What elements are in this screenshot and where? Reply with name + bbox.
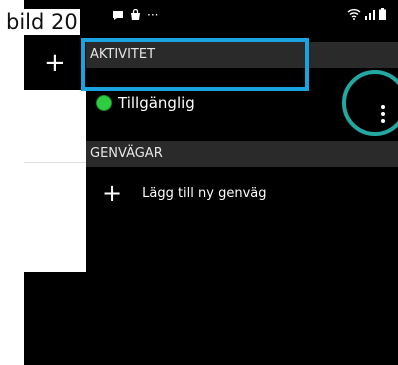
wifi-icon bbox=[347, 9, 361, 20]
add-shortcut-button[interactable]: + Lägg till ny genväg bbox=[102, 180, 267, 206]
status-bar-notifications: ··· bbox=[112, 8, 158, 22]
add-icon[interactable]: + bbox=[44, 50, 66, 76]
battery-icon bbox=[379, 8, 386, 20]
shortcuts-header: GENVÄGAR bbox=[86, 141, 398, 167]
background-app: + bbox=[24, 40, 86, 272]
add-shortcut-label: Lägg till ny genväg bbox=[142, 185, 267, 201]
status-bar: ··· bbox=[24, 0, 398, 30]
annotation-highlight-rect bbox=[81, 38, 309, 91]
annotation-label: bild 20 bbox=[4, 9, 80, 35]
availability-status[interactable]: Tillgänglig bbox=[96, 89, 195, 117]
chat-bubble-icon bbox=[113, 10, 123, 20]
background-app-bar: + bbox=[24, 40, 86, 90]
plus-icon: + bbox=[102, 179, 123, 207]
available-status-icon bbox=[96, 95, 112, 111]
availability-label: Tillgänglig bbox=[118, 94, 195, 112]
signal-icon bbox=[365, 10, 375, 20]
bag-icon bbox=[131, 9, 140, 20]
more-dots-icon: ··· bbox=[147, 8, 159, 22]
status-bar-system bbox=[347, 8, 386, 20]
background-divider bbox=[24, 162, 86, 163]
